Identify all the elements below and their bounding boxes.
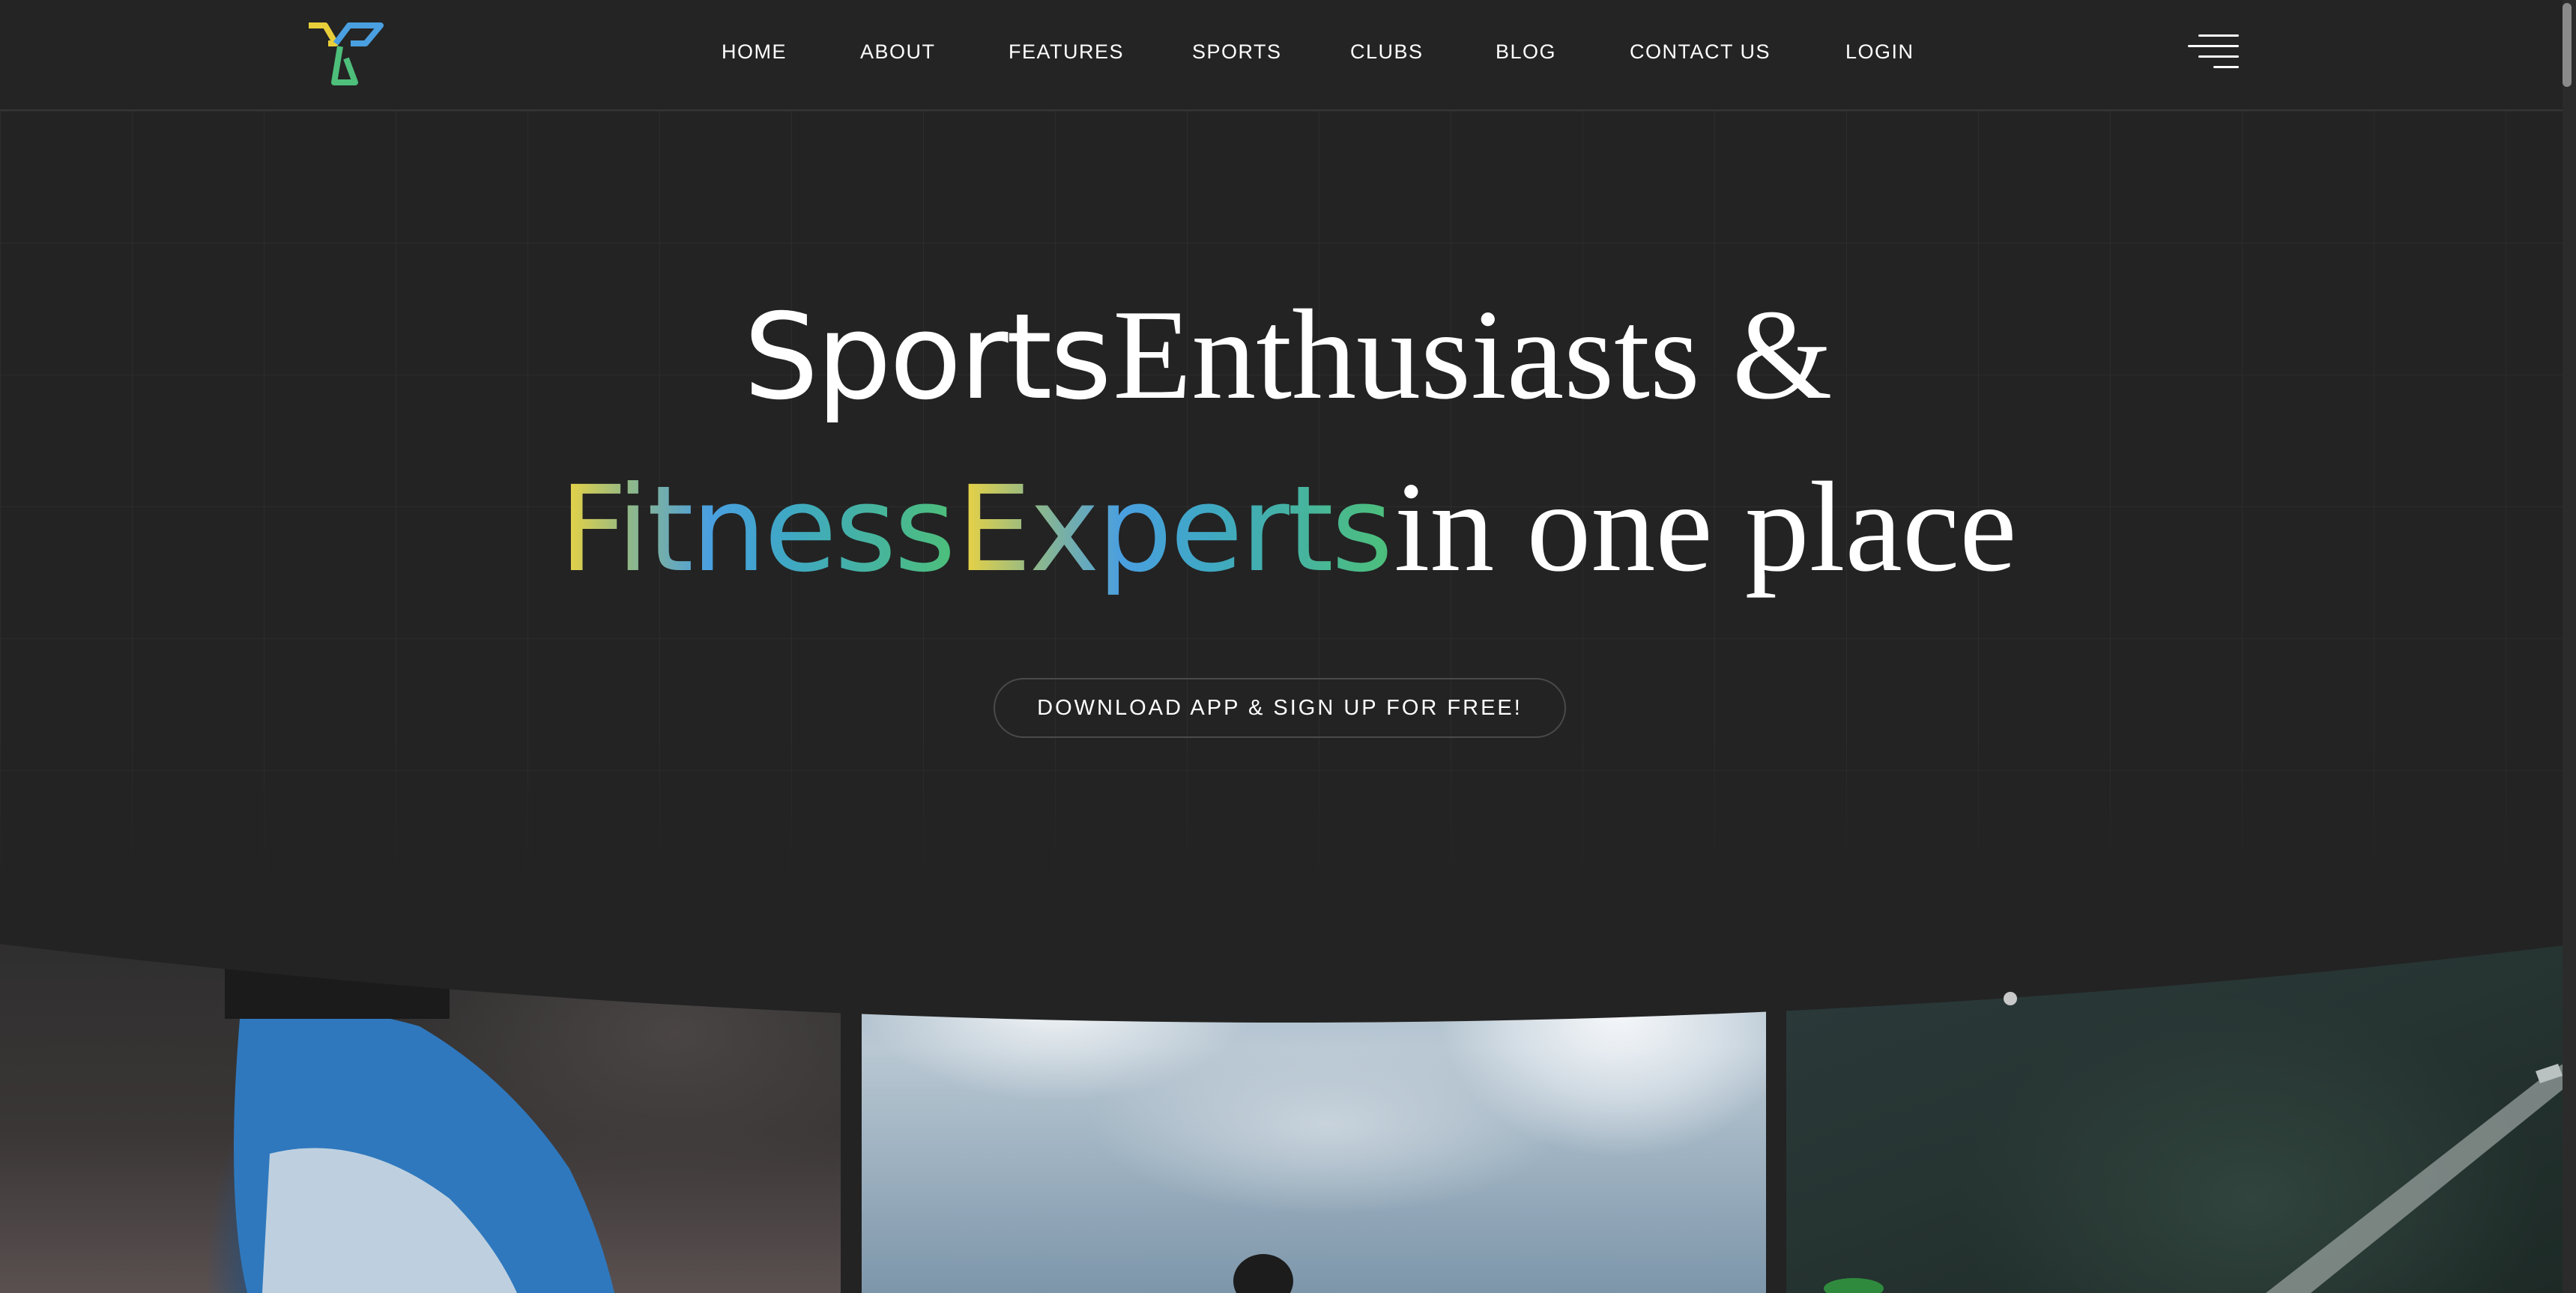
nav-home[interactable]: HOME [722, 40, 787, 64]
headline-line-2: Fitness Experts in one place [0, 463, 2576, 592]
page-scrollbar[interactable] [2563, 0, 2576, 1293]
headline-fitness: Fitness [559, 461, 955, 599]
headline-enthusiasts: Enthusiasts & [1113, 284, 1833, 426]
scrollbar-thumb[interactable] [2563, 3, 2572, 87]
download-app-signup-button[interactable]: DOWNLOAD APP & SIGN UP FOR FREE! [994, 678, 1566, 738]
nav-clubs[interactable]: CLUBS [1350, 40, 1424, 64]
slider-dot[interactable] [2004, 992, 2017, 1005]
nav-contact-us[interactable]: CONTACT US [1630, 40, 1771, 64]
nav-sports[interactable]: SPORTS [1192, 40, 1282, 64]
nav-features[interactable]: FEATURES [1009, 40, 1124, 64]
nav-blog[interactable]: BLOG [1496, 40, 1556, 64]
hamburger-menu-icon[interactable] [2188, 30, 2239, 73]
hero-curved-edge [0, 876, 2576, 1023]
headline-experts: Experts [957, 461, 1393, 599]
headline-sports: Sports [743, 288, 1111, 426]
hero-section: Sports Enthusiasts & Fitness Experts in … [0, 111, 2576, 890]
headline-line-1: Sports Enthusiasts & [0, 291, 2576, 420]
site-header: HOME ABOUT FEATURES SPORTS CLUBS BLOG CO… [0, 0, 2576, 111]
nav-about[interactable]: ABOUT [860, 40, 936, 64]
nav-login[interactable]: LOGIN [1845, 40, 1914, 64]
headline-in-one-place: in one place [1394, 456, 2017, 599]
